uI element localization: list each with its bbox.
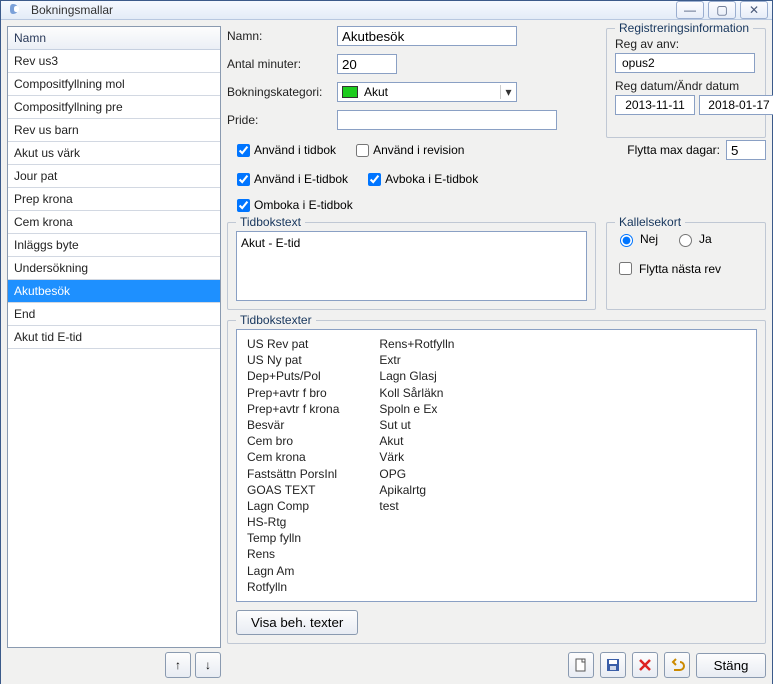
app-icon <box>9 2 25 18</box>
list-item[interactable]: Jour pat <box>8 165 220 188</box>
tidbokstext-area[interactable]: Akut - E-tid <box>236 231 587 301</box>
reg-anv-value: opus2 <box>615 53 755 73</box>
texter-item[interactable]: Cem krona <box>247 449 339 465</box>
list-item[interactable]: Akutbesök <box>8 280 220 303</box>
flytta-label: Flytta max dagar: <box>627 143 720 157</box>
kallelse-title: Kallelsekort <box>615 215 685 229</box>
list-item[interactable]: Cem krona <box>8 211 220 234</box>
reg-date1: 2013-11-11 <box>615 95 695 115</box>
new-button[interactable] <box>568 652 594 678</box>
save-button[interactable] <box>600 652 626 678</box>
texter-item[interactable]: Sut ut <box>379 417 454 433</box>
texter-item[interactable]: Prep+avtr f krona <box>247 401 339 417</box>
tidbokstext-title: Tidbokstext <box>236 215 305 229</box>
reg-date-label: Reg datum/Ändr datum <box>615 79 757 93</box>
texter-item[interactable]: Rens <box>247 546 339 562</box>
delete-button[interactable] <box>632 652 658 678</box>
texter-item[interactable]: GOAS TEXT <box>247 482 339 498</box>
texter-item[interactable]: HS-Rtg <box>247 514 339 530</box>
texter-item[interactable]: Fastsättn PorsInl <box>247 466 339 482</box>
minuter-input[interactable] <box>337 54 397 74</box>
list-item[interactable]: Rev us3 <box>8 50 220 73</box>
texter-item[interactable]: OPG <box>379 466 454 482</box>
footer: Stäng <box>227 644 766 678</box>
texter-item[interactable]: Prep+avtr f bro <box>247 385 339 401</box>
texter-title: Tidbokstexter <box>236 313 316 327</box>
chk-tidbok[interactable]: Använd i tidbok <box>237 143 336 157</box>
kategori-select[interactable]: Akut ▾ <box>337 82 517 102</box>
move-down-button[interactable]: ↓ <box>195 652 221 678</box>
checkbox-row: Använd i tidbok Använd i revision Flytta… <box>237 140 766 212</box>
texter-item[interactable]: Apikalrtg <box>379 482 454 498</box>
reginfo-group: Registreringsinformation Reg av anv: opu… <box>606 28 766 138</box>
content: Namn Rev us3Compositfyllning molComposit… <box>1 20 772 684</box>
kategori-swatch <box>342 86 358 98</box>
texter-item[interactable]: Temp fylln <box>247 530 339 546</box>
chk-flytta-rev[interactable]: Flytta nästa rev <box>615 259 757 278</box>
undo-button[interactable] <box>664 652 690 678</box>
texter-item[interactable]: Koll Sårläkn <box>379 385 454 401</box>
move-up-button[interactable]: ↑ <box>165 652 191 678</box>
texter-item[interactable]: Lagn Glasj <box>379 368 454 384</box>
list-item[interactable]: Compositfyllning pre <box>8 96 220 119</box>
texter-item[interactable]: Akut <box>379 433 454 449</box>
list-item[interactable]: Akut tid E-tid <box>8 326 220 349</box>
texter-item[interactable]: Lagn Am <box>247 563 339 579</box>
reg-anv-label: Reg av anv: <box>615 37 757 51</box>
radio-nej[interactable]: Nej <box>615 231 658 247</box>
minuter-label: Antal minuter: <box>227 57 337 71</box>
list-item[interactable]: Prep krona <box>8 188 220 211</box>
radio-ja[interactable]: Ja <box>674 231 712 247</box>
window-title: Bokningsmallar <box>31 3 672 17</box>
list-header: Namn <box>8 27 220 50</box>
namn-input[interactable] <box>337 26 517 46</box>
kategori-value: Akut <box>362 85 500 99</box>
texter-item[interactable]: Extr <box>379 352 454 368</box>
minimize-button[interactable]: — <box>676 1 704 19</box>
maximize-button[interactable]: ▢ <box>708 1 736 19</box>
window: Bokningsmallar — ▢ ✕ Namn Rev us3Composi… <box>0 0 773 684</box>
texter-item[interactable]: Lagn Comp <box>247 498 339 514</box>
kallelsekort-group: Kallelsekort Nej Ja Flytta nästa rev <box>606 222 766 310</box>
reorder-buttons: ↑ ↓ <box>7 652 221 678</box>
texter-item[interactable]: Dep+Puts/Pol <box>247 368 339 384</box>
texter-item[interactable]: Cem bro <box>247 433 339 449</box>
chk-revision[interactable]: Använd i revision <box>356 143 464 157</box>
pride-label: Pride: <box>227 113 337 127</box>
flytta-input[interactable] <box>726 140 766 160</box>
chk-omboka[interactable]: Omboka i E-tidbok <box>237 198 353 212</box>
chk-etidbok[interactable]: Använd i E-tidbok <box>237 172 348 186</box>
left-pane: Namn Rev us3Compositfyllning molComposit… <box>7 26 221 678</box>
texter-item[interactable]: Rens+Rotfylln <box>379 336 454 352</box>
list-item[interactable]: End <box>8 303 220 326</box>
right-pane: Namn: Antal minuter: Bokningskategori: A… <box>227 26 766 678</box>
texter-item[interactable]: Besvär <box>247 417 339 433</box>
namn-label: Namn: <box>227 29 337 43</box>
chevron-down-icon: ▾ <box>500 85 516 99</box>
close-button[interactable]: ✕ <box>740 1 768 19</box>
kategori-label: Bokningskategori: <box>227 85 337 99</box>
texter-item[interactable]: test <box>379 498 454 514</box>
list-item[interactable]: Inläggs byte <box>8 234 220 257</box>
list-item[interactable]: Rev us barn <box>8 119 220 142</box>
titlebar: Bokningsmallar — ▢ ✕ <box>1 1 772 20</box>
list-item[interactable]: Akut us värk <box>8 142 220 165</box>
texter-item[interactable]: US Rev pat <box>247 336 339 352</box>
reg-date2: 2018-01-17 <box>699 95 773 115</box>
tidbokstexter-group: Tidbokstexter US Rev patUS Ny patDep+Put… <box>227 320 766 644</box>
visa-texter-button[interactable]: Visa beh. texter <box>236 610 358 635</box>
texter-item[interactable]: Värk <box>379 449 454 465</box>
reginfo-title: Registreringsinformation <box>615 21 753 35</box>
chk-avboka[interactable]: Avboka i E-tidbok <box>368 172 478 186</box>
texter-item[interactable]: US Ny pat <box>247 352 339 368</box>
template-list[interactable]: Namn Rev us3Compositfyllning molComposit… <box>7 26 221 648</box>
texter-item[interactable]: Rotfylln <box>247 579 339 595</box>
pride-input[interactable] <box>337 110 557 130</box>
list-item[interactable]: Compositfyllning mol <box>8 73 220 96</box>
list-item[interactable]: Undersökning <box>8 257 220 280</box>
texter-listbox[interactable]: US Rev patUS Ny patDep+Puts/PolPrep+avtr… <box>236 329 757 602</box>
tidbokstext-group: Tidbokstext Akut - E-tid <box>227 222 596 310</box>
texter-item[interactable]: Spoln e Ex <box>379 401 454 417</box>
close-window-button[interactable]: Stäng <box>696 653 766 678</box>
